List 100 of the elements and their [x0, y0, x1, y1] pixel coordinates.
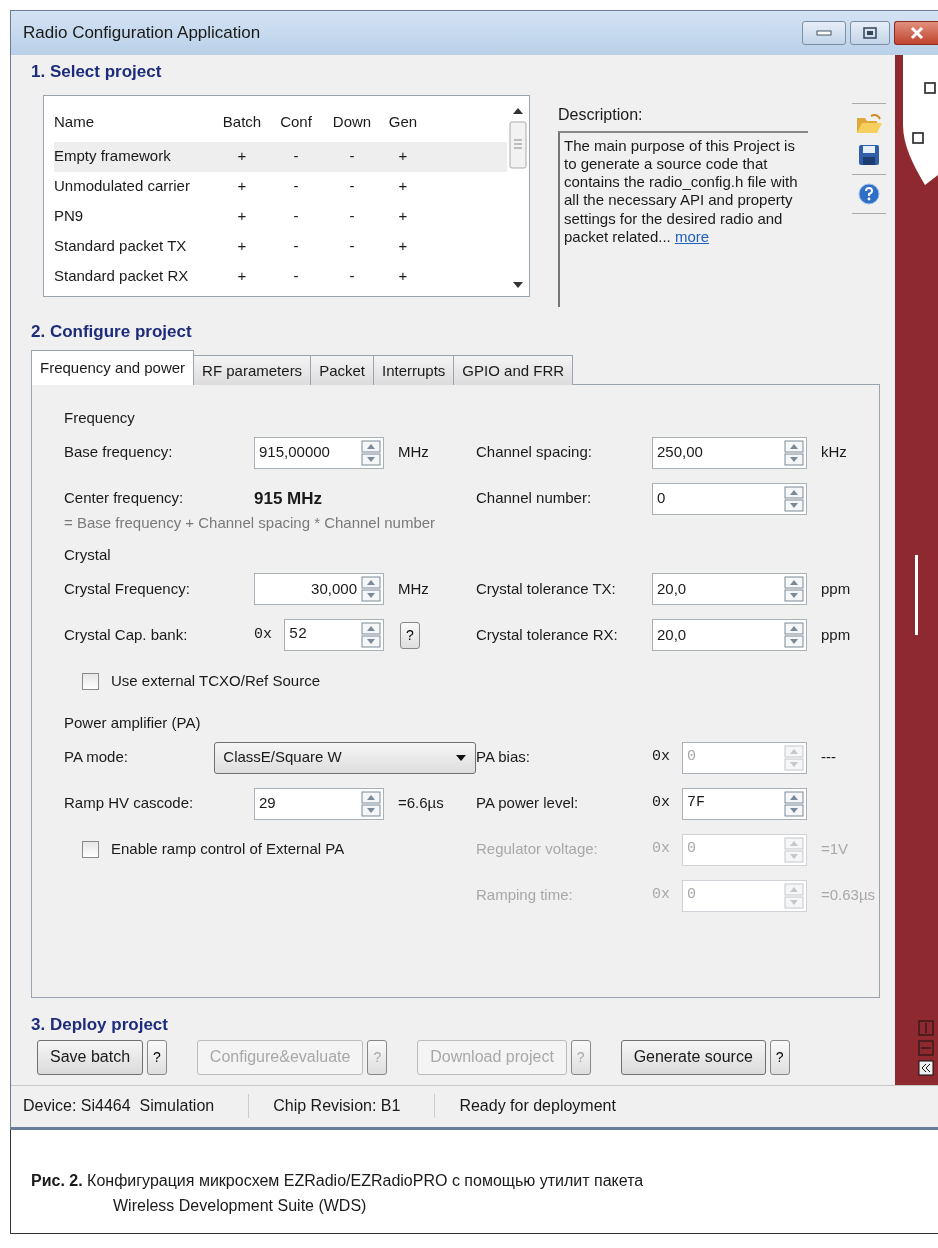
tab[interactable]: Packet — [310, 355, 374, 385]
action-button[interactable]: Save batch — [37, 1039, 144, 1075]
dropdown[interactable]: ClassE/Square W — [214, 741, 476, 774]
table-cell-text: - — [348, 176, 356, 197]
table-cell-text: - — [292, 146, 300, 167]
table-row[interactable]: Standard packet TX + - - + — [54, 231, 507, 262]
tab[interactable]: GPIO and FRR — [453, 355, 574, 385]
number-field[interactable]: 7F — [682, 787, 807, 820]
number-field[interactable]: 0 — [652, 482, 807, 515]
tab[interactable]: Frequency and power — [31, 350, 195, 385]
table-cell-text: + — [397, 236, 409, 257]
number-field[interactable]: 20,0 — [652, 573, 807, 605]
group-label: Power amplifier (PA) — [64, 713, 202, 733]
unit-label: kHz — [821, 442, 847, 463]
checkbox-label: Use external TCXO/Ref Source — [111, 670, 320, 691]
panel-control-icons[interactable] — [917, 1018, 937, 1079]
unit-label: =1V — [821, 839, 849, 860]
number-field[interactable]: 52 — [284, 619, 384, 651]
table-cell-text: + — [397, 176, 409, 197]
table-row[interactable]: Unmodulated carrier + - - + — [54, 171, 507, 202]
table-cell-text: - — [348, 236, 356, 257]
unit-label: --- — [821, 747, 836, 768]
table-cell-text: - — [292, 266, 300, 287]
hex-prefix: 0x — [652, 839, 671, 860]
column-header: Batch — [221, 112, 263, 133]
table-row[interactable]: Standard packet RX + - - + — [54, 261, 507, 292]
field-label: Center frequency: — [64, 488, 185, 509]
field-label: PA power level: — [476, 793, 580, 814]
field-label: Ramp HV cascode: — [64, 793, 195, 814]
table-cell-text: + — [397, 146, 409, 167]
number-field[interactable]: 250,00 — [652, 436, 807, 469]
table-row[interactable]: PN9 + - - + — [54, 201, 507, 232]
caret-icon — [455, 753, 467, 762]
close-button[interactable] — [894, 21, 938, 45]
number-field[interactable]: 30,000 — [254, 573, 384, 605]
table-cell-text: + — [236, 266, 248, 287]
frequency-readout: 915 MHz — [254, 487, 323, 510]
more-link[interactable]: more — [674, 228, 710, 245]
section-heading: 2. Configure project — [30, 320, 193, 343]
save-icon[interactable] — [858, 143, 880, 166]
help-icon[interactable] — [858, 182, 880, 205]
table-cell-text: - — [292, 206, 300, 227]
unit-label: ppm — [821, 624, 851, 645]
group-label: Frequency — [64, 408, 136, 428]
unit-label: MHz — [398, 578, 429, 599]
spinner-icon[interactable] — [784, 622, 804, 648]
field-label: Crystal tolerance RX: — [476, 624, 619, 645]
table-cell-text: - — [348, 266, 356, 287]
section-heading: 3. Deploy project — [30, 1014, 169, 1036]
checkbox[interactable] — [82, 841, 99, 858]
spinner-icon[interactable] — [361, 790, 381, 817]
unit-label: ppm — [821, 578, 851, 599]
table-cell-text: + — [236, 236, 248, 257]
column-header: Down — [331, 112, 373, 133]
folder-icon[interactable] — [855, 111, 883, 136]
group-label: Crystal — [64, 544, 112, 565]
field-label: Regulator voltage: — [476, 839, 599, 860]
checkbox-label: Enable ramp control of External PA — [111, 839, 345, 860]
spinner-icon[interactable] — [784, 790, 804, 817]
table-cell-text: + — [397, 206, 409, 227]
table-cell-text: + — [397, 266, 409, 287]
column-header: Conf — [279, 112, 313, 133]
help-button[interactable]: ? — [400, 621, 420, 649]
field-label: Base frequency: — [64, 442, 174, 463]
spinner-icon[interactable] — [784, 576, 804, 602]
action-button[interactable]: Generate source — [620, 1039, 766, 1075]
spinner-icon[interactable] — [361, 622, 381, 648]
table-cell-text: + — [236, 206, 248, 227]
close-icon — [908, 26, 925, 40]
spinner-icon[interactable] — [361, 439, 381, 466]
number-field[interactable]: 915,00000 — [254, 436, 384, 469]
description-text: The main purpose of this Project is to generate a source code that contains the radio_config.h file with all the necessary API and property settings for the desired radio and packet related... more — [558, 130, 808, 307]
maximize-button[interactable] — [850, 21, 890, 45]
table-row[interactable]: Empty framework + - - + — [54, 141, 507, 172]
minimize-icon — [816, 30, 832, 36]
column-header: Gen — [387, 112, 419, 133]
tab[interactable]: RF parameters — [193, 355, 312, 385]
hex-prefix: 0x — [652, 885, 671, 906]
formula-note: = Base frequency + Channel spacing * Channel number — [64, 512, 437, 533]
status-text: Ready for deployment — [459, 1096, 617, 1116]
help-button[interactable]: ? — [147, 1039, 167, 1075]
checkbox[interactable] — [82, 672, 99, 690]
field-label: Crystal tolerance TX: — [476, 578, 617, 599]
field-label: PA mode: — [64, 747, 129, 768]
help-button[interactable]: ? — [769, 1039, 790, 1075]
unit-label: =0.63µs — [821, 885, 876, 906]
field-label: Ramping time: — [476, 885, 574, 906]
maximize-icon — [863, 27, 877, 39]
number-field[interactable]: 29 — [254, 787, 384, 820]
spinner-icon[interactable] — [784, 439, 804, 466]
spinner-icon[interactable] — [784, 485, 804, 512]
unit-label: MHz — [398, 442, 429, 463]
table-cell-text: + — [236, 146, 248, 167]
spinner-icon[interactable] — [361, 576, 381, 602]
tab[interactable]: Interrupts — [373, 355, 455, 385]
number-field[interactable]: 20,0 — [652, 619, 807, 651]
description-label: Description: — [558, 104, 644, 125]
field-label: Crystal Frequency: — [64, 578, 191, 599]
figure-caption: Рис. 2. Конфигурация микросхем EZRadio/EZRadioPRO с помощью утилит пакета Wireless Development Suite (WDS) — [31, 1170, 645, 1217]
status-text: Device: Si4464 Simulation — [23, 1094, 250, 1118]
